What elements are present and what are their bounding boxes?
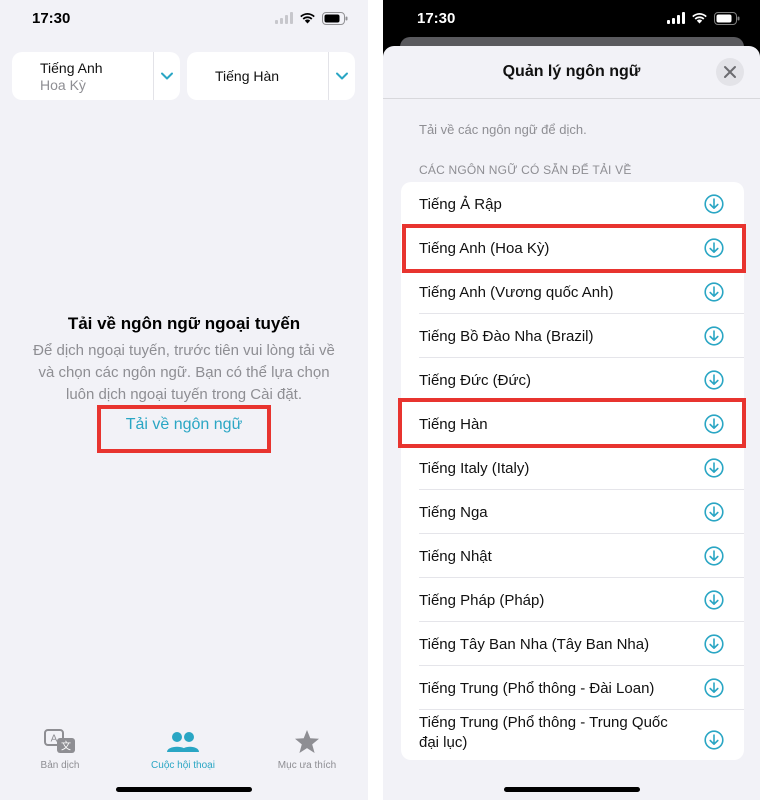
manage-languages-screen: 17:30 Quản lý ngôn ngữ Tải về các ngôn n… [383, 0, 760, 800]
highlight-box [398, 398, 746, 448]
selector-divider [328, 52, 329, 100]
tab-translate[interactable]: A 文 Bản dịch [0, 728, 120, 771]
battery-icon [714, 11, 740, 25]
sheet-divider [383, 98, 760, 99]
tab-conversation[interactable]: Cuộc hội thoại [123, 728, 243, 771]
download-icon[interactable] [704, 546, 724, 566]
language-row[interactable]: Tiếng Trung (Phổ thông - Đài Loan) [401, 666, 744, 710]
download-icon[interactable] [704, 370, 724, 390]
language-name: Tiếng Tây Ban Nha (Tây Ban Nha) [419, 636, 650, 653]
language-row[interactable]: Tiếng Bồ Đào Nha (Brazil) [401, 314, 744, 358]
language-row[interactable]: Tiếng Ả Rập [401, 182, 744, 226]
download-icon[interactable] [704, 590, 724, 610]
language-name: Tiếng Pháp (Pháp) [419, 592, 545, 609]
tab-label: Bản dịch [40, 760, 80, 771]
target-language-name: Tiếng Hàn [215, 68, 280, 84]
download-icon[interactable] [704, 326, 724, 346]
svg-text:A: A [51, 734, 58, 745]
download-icon[interactable] [704, 502, 724, 522]
chevron-down-icon[interactable] [159, 68, 175, 84]
home-indicator[interactable] [504, 787, 640, 792]
close-icon [724, 66, 736, 78]
status-bar: 17:30 [383, 0, 760, 40]
status-time: 17:30 [417, 10, 456, 27]
language-row[interactable]: Tiếng Nhật [401, 534, 744, 578]
language-row[interactable]: Tiếng Đức (Đức) [401, 358, 744, 402]
target-language-selector[interactable]: Tiếng Hàn [187, 52, 355, 100]
download-icon[interactable] [704, 458, 724, 478]
language-name: Tiếng Trung (Phổ thông - Đài Loan) [419, 680, 655, 697]
language-name: Tiếng Trung (Phổ thông - Trung Quốc đại … [419, 714, 668, 751]
wifi-icon [300, 13, 315, 24]
language-name: Tiếng Nhật [419, 548, 492, 565]
language-row[interactable]: Tiếng Anh (Vương quốc Anh) [401, 270, 744, 314]
language-row[interactable]: Tiếng Italy (Italy) [401, 446, 744, 490]
language-row[interactable]: Tiếng Tây Ban Nha (Tây Ban Nha) [401, 622, 744, 666]
download-icon[interactable] [704, 194, 724, 214]
battery-icon [322, 11, 348, 25]
status-icons [667, 11, 740, 25]
language-name: Tiếng Đức (Đức) [419, 372, 532, 389]
star-icon [295, 730, 319, 753]
language-name: Tiếng Bồ Đào Nha (Brazil) [419, 328, 594, 345]
source-language-name: Tiếng Anh [40, 60, 103, 76]
language-row[interactable]: Tiếng Nga [401, 490, 744, 534]
status-icons [275, 11, 348, 25]
language-name: Tiếng Anh (Vương quốc Anh) [419, 284, 614, 301]
language-row[interactable]: Tiếng Trung (Phổ thông - Trung Quốc đại … [401, 710, 744, 760]
sheet-title: Quản lý ngôn ngữ [502, 63, 641, 80]
selector-divider [153, 52, 154, 100]
home-indicator[interactable] [116, 787, 252, 792]
cellular-signal-icon [275, 12, 293, 24]
status-bar: 17:30 [0, 0, 368, 40]
offline-description: Để dịch ngoại tuyến, trước tiên vui lòng… [30, 340, 338, 406]
sheet-description: Tải về các ngôn ngữ để dịch. [419, 122, 587, 137]
language-name: Tiếng Ả Rập [419, 196, 502, 213]
wifi-icon [692, 13, 707, 24]
language-row[interactable]: Tiếng Pháp (Pháp) [401, 578, 744, 622]
source-language-selector[interactable]: Tiếng Anh Hoa Kỳ [12, 52, 180, 100]
svg-text:文: 文 [61, 740, 71, 753]
highlight-box [402, 224, 746, 273]
offline-description-line: Để dịch ngoại tuyến, trước tiên vui lòng… [33, 342, 335, 359]
close-button[interactable] [716, 58, 744, 86]
download-icon[interactable] [704, 634, 724, 654]
people-icon [167, 732, 199, 752]
status-time: 17:30 [32, 10, 71, 27]
download-icon[interactable] [704, 678, 724, 698]
tab-favorites[interactable]: Mục ưa thích [247, 728, 367, 771]
cellular-signal-icon [667, 12, 685, 24]
source-language-region: Hoa Kỳ [40, 77, 86, 93]
chevron-down-icon[interactable] [334, 68, 350, 84]
translate-screen: 17:30 Tiếng Anh Hoa Kỳ Tiếng Hàn Tải về … [0, 0, 368, 800]
download-icon[interactable] [704, 730, 724, 750]
language-name: Tiếng Nga [419, 504, 488, 521]
offline-description-line: và chọn các ngôn ngữ. Bạn có thể lựa chọ… [38, 364, 330, 381]
translate-icon: A 文 [44, 729, 75, 753]
highlight-box [97, 405, 271, 453]
language-name: Tiếng Italy (Italy) [419, 460, 530, 477]
offline-description-line: luôn dịch ngoại tuyến trong Cài đặt. [66, 386, 302, 403]
section-header: CÁC NGÔN NGỮ CÓ SẴN ĐỂ TẢI VỀ [419, 163, 632, 177]
tab-label: Cuộc hội thoại [151, 760, 215, 771]
tab-label: Mục ưa thích [277, 760, 337, 771]
offline-title: Tải về ngôn ngữ ngoại tuyến [67, 314, 301, 333]
download-icon[interactable] [704, 282, 724, 302]
